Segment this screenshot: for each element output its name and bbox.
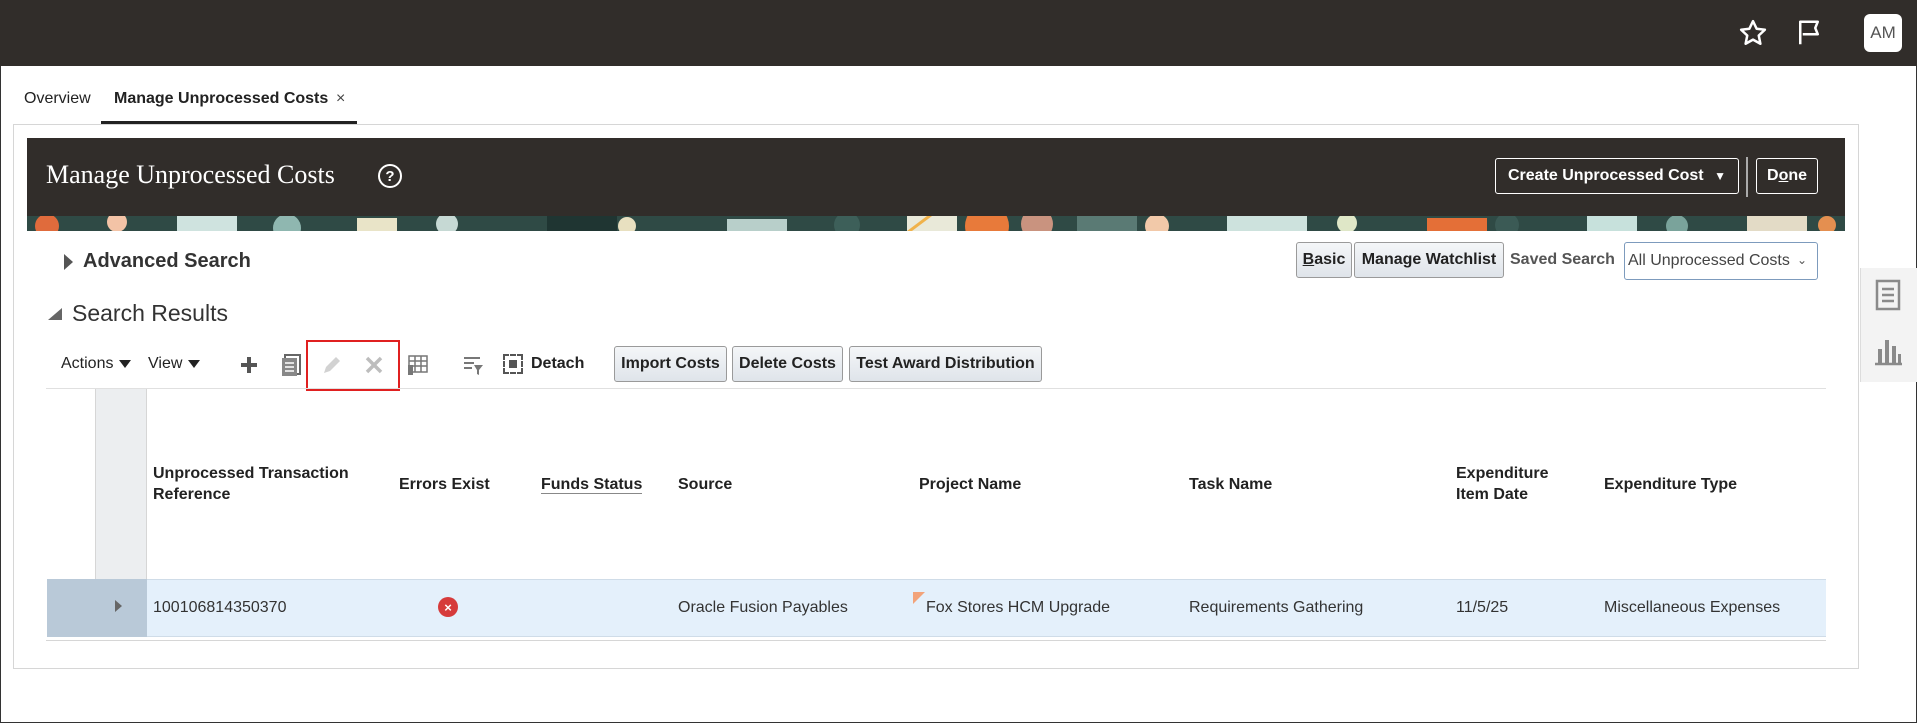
duplicate-icon[interactable]: [277, 350, 307, 380]
column-header-reference[interactable]: Unprocessed Transaction Reference: [153, 463, 349, 505]
test-award-distribution-button[interactable]: Test Award Distribution: [849, 346, 1042, 382]
column-header-reference-line1: Unprocessed Transaction: [153, 465, 349, 482]
table-bottom-border: [46, 640, 1826, 641]
done-button[interactable]: Do ne: [1756, 158, 1818, 194]
column-header-funds-status-label: Funds Status: [541, 476, 643, 494]
detach-icon: [503, 354, 523, 374]
column-header-project-name[interactable]: Project Name: [919, 474, 1021, 495]
collapse-triangle-icon: [48, 307, 62, 320]
tab-manage-unprocessed-costs[interactable]: Manage Unprocessed Costs: [114, 90, 328, 108]
advanced-search-label: Advanced Search: [83, 250, 251, 272]
row-selector-column: [95, 389, 147, 579]
chevron-down-icon: [119, 360, 132, 368]
column-header-task-name[interactable]: Task Name: [1189, 474, 1272, 495]
basic-search-button[interactable]: Basic: [1296, 242, 1352, 278]
cell-expenditure-item-date: 11/5/25: [1456, 599, 1509, 616]
import-costs-button[interactable]: Import Costs: [614, 346, 727, 382]
chevron-down-icon: ⌄: [1796, 253, 1807, 267]
saved-search-select[interactable]: All Unprocessed Costs ⌄: [1624, 242, 1818, 280]
tab-overview[interactable]: Overview: [24, 90, 91, 108]
changed-indicator-icon: [913, 592, 925, 604]
column-header-expenditure-type[interactable]: Expenditure Type: [1604, 474, 1737, 495]
create-button-label: Create Unprocessed Cost: [1508, 167, 1704, 184]
view-label: View: [148, 355, 183, 372]
row-selector-cell[interactable]: [47, 579, 147, 637]
query-by-example-icon[interactable]: [458, 350, 488, 380]
tab-close-icon[interactable]: ×: [336, 90, 345, 108]
row-expand-icon[interactable]: [115, 600, 122, 612]
error-icon[interactable]: ×: [438, 597, 458, 617]
cell-project-name: Fox Stores HCM Upgrade: [926, 599, 1111, 616]
column-header-reference-line2: Reference: [153, 486, 231, 503]
global-header: AM: [0, 0, 1917, 66]
column-header-funds-status[interactable]: Funds Status: [541, 474, 643, 495]
manage-watchlist-button[interactable]: Manage Watchlist: [1354, 242, 1504, 278]
saved-search-label: Saved Search: [1510, 251, 1615, 268]
header-separator: [1746, 157, 1748, 197]
expand-triangle-icon: [64, 253, 73, 270]
page-title: Manage Unprocessed Costs: [46, 160, 335, 189]
chevron-down-icon: ▼: [1714, 169, 1726, 183]
search-results-toggle[interactable]: Search Results: [48, 300, 228, 327]
add-icon[interactable]: [234, 350, 264, 380]
column-header-errors-exist[interactable]: Errors Exist: [399, 474, 490, 495]
detach-label: Detach: [531, 355, 585, 372]
notifications-flag-icon[interactable]: [1792, 16, 1826, 50]
favorites-star-icon[interactable]: [1736, 16, 1770, 50]
cell-task-name: Requirements Gathering: [1189, 599, 1364, 616]
column-header-date-line1: Expenditure: [1456, 465, 1549, 482]
document-icon[interactable]: [1871, 278, 1905, 312]
basic-button-label: Basic: [1302, 251, 1346, 268]
column-header-date-line2: Item Date: [1456, 486, 1529, 503]
help-icon[interactable]: ?: [378, 164, 402, 188]
search-results-title: Search Results: [72, 300, 228, 326]
delete-costs-button[interactable]: Delete Costs: [732, 346, 843, 382]
column-header-expenditure-item-date[interactable]: Expenditure Item Date: [1456, 463, 1548, 505]
freeze-columns-icon[interactable]: [403, 350, 433, 380]
saved-search-value: All Unprocessed Costs: [1628, 252, 1790, 269]
column-header-source[interactable]: Source: [678, 474, 732, 495]
cell-source: Oracle Fusion Payables: [678, 599, 848, 616]
detach-button[interactable]: Detach: [503, 354, 584, 374]
cell-reference: 100106814350370: [153, 599, 287, 616]
actions-menu[interactable]: Actions: [61, 355, 132, 373]
create-unprocessed-cost-button[interactable]: Create Unprocessed Cost ▼: [1495, 158, 1739, 194]
highlight-box: [306, 340, 400, 391]
chevron-down-icon: [188, 360, 201, 368]
toolbar-divider: [46, 388, 1826, 389]
decorative-banner: [27, 216, 1845, 231]
analytics-chart-icon[interactable]: [1871, 334, 1905, 368]
cell-expenditure-type: Miscellaneous Expenses: [1604, 599, 1781, 616]
advanced-search-toggle[interactable]: Advanced Search: [64, 250, 251, 273]
user-avatar[interactable]: AM: [1864, 14, 1902, 52]
view-menu[interactable]: View: [148, 355, 201, 373]
actions-label: Actions: [61, 355, 114, 372]
